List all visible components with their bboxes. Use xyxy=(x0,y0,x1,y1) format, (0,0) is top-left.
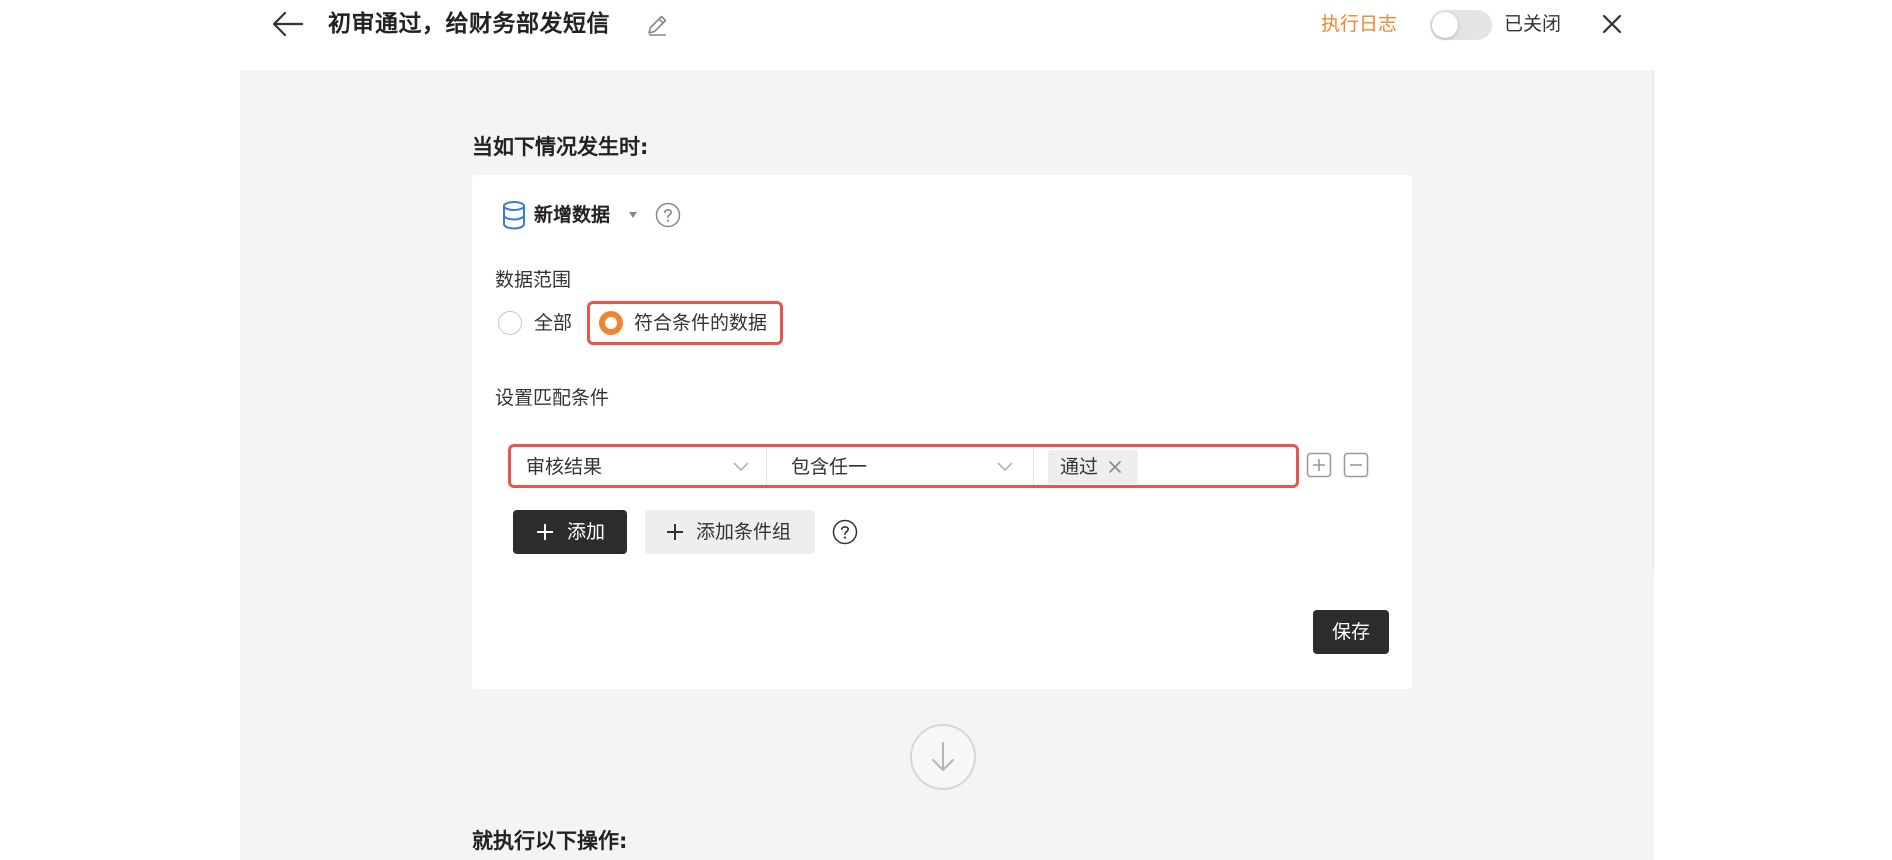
canvas-scrollbar[interactable] xyxy=(1652,70,1654,570)
plus-icon xyxy=(537,524,553,540)
add-condition-group-label: 添加条件组 xyxy=(696,521,792,543)
close-icon[interactable] xyxy=(1596,8,1628,40)
execution-log-link[interactable]: 执行日志 xyxy=(1321,10,1397,38)
caret-down-icon[interactable] xyxy=(628,211,638,219)
pencil-icon[interactable] xyxy=(644,12,670,38)
match-conditions-label: 设置匹配条件 xyxy=(495,387,610,409)
scope-option-all[interactable]: 全部 xyxy=(534,309,572,337)
scope-radio-matching[interactable] xyxy=(599,311,623,335)
toggle-status-label: 已关闭 xyxy=(1504,13,1562,35)
arrow-left-icon[interactable] xyxy=(270,8,306,40)
add-condition-label: 添加 xyxy=(567,521,606,543)
question-circle-icon[interactable] xyxy=(832,519,858,545)
arrow-down-circle-icon xyxy=(910,724,976,790)
scope-label: 数据范围 xyxy=(495,269,572,291)
trigger-section-title: 当如下情况发生时: xyxy=(472,135,649,159)
add-condition-button[interactable]: 添加 xyxy=(513,510,627,554)
header-bar: 初审通过，给财务部发短信 执行日志 已关闭 xyxy=(0,0,1892,70)
add-condition-group-button[interactable]: 添加条件组 xyxy=(645,510,815,554)
trigger-event-select[interactable]: 新增数据 xyxy=(534,200,610,230)
plus-icon xyxy=(667,524,683,540)
enable-toggle[interactable] xyxy=(1430,10,1492,40)
page-title: 初审通过，给财务部发短信 xyxy=(328,11,610,37)
scope-option-matching[interactable]: 符合条件的数据 xyxy=(634,309,767,337)
toggle-knob xyxy=(1432,12,1458,38)
trigger-card xyxy=(472,175,1412,689)
save-button[interactable]: 保存 xyxy=(1313,610,1389,654)
minus-square-icon[interactable] xyxy=(1343,452,1369,478)
plus-square-icon[interactable] xyxy=(1306,452,1332,478)
scope-radio-all[interactable] xyxy=(498,311,522,335)
action-section-title: 就执行以下操作: xyxy=(472,829,628,853)
highlight-condition xyxy=(508,444,1299,488)
question-circle-icon[interactable] xyxy=(655,202,681,228)
database-icon xyxy=(503,201,525,230)
